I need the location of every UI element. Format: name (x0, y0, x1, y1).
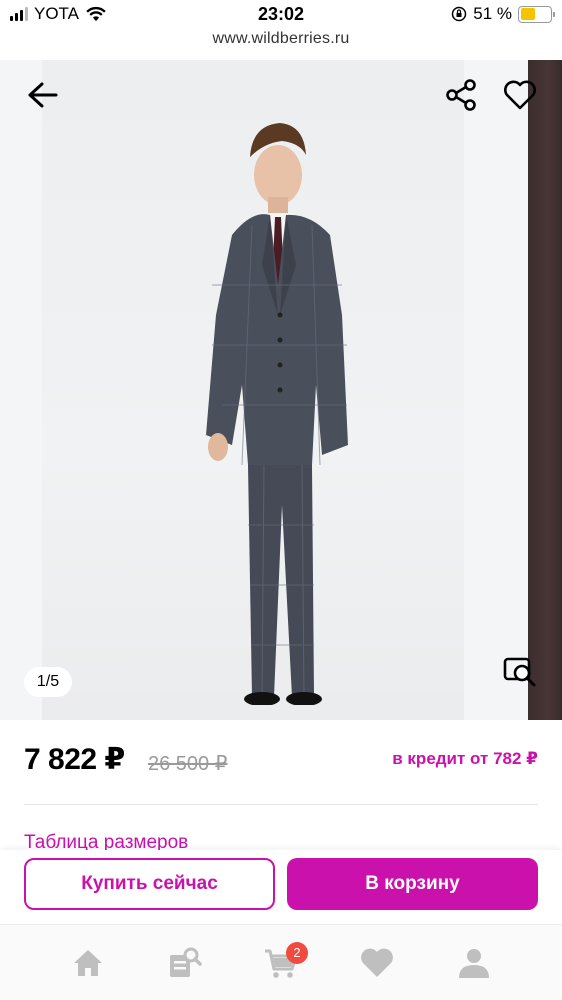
battery-level (520, 8, 536, 20)
profile-icon (458, 948, 489, 978)
catalog-search-icon (169, 947, 202, 977)
bottom-tab-bar: 2 (0, 924, 562, 1000)
divider (24, 804, 538, 805)
share-icon[interactable] (444, 78, 478, 112)
suit-model-image (206, 123, 348, 705)
back-arrow-icon[interactable] (22, 78, 60, 112)
status-bar: YOTA 23:02 51 % (0, 0, 562, 30)
tab-catalog[interactable] (160, 938, 210, 988)
product-photo[interactable] (42, 60, 464, 720)
image-counter: 1/5 (24, 667, 72, 697)
favorites-icon (361, 948, 394, 977)
buy-now-button[interactable]: Купить сейчас (24, 858, 275, 910)
rotation-lock-icon (452, 6, 467, 22)
cart-badge: 2 (285, 941, 308, 964)
status-right: 51 % (451, 4, 555, 24)
size-table-link[interactable]: Таблица размеров (24, 832, 188, 850)
battery-percent: 51 % (473, 4, 512, 23)
tab-home[interactable] (63, 938, 113, 988)
tab-profile[interactable] (449, 938, 499, 988)
current-price: 7 822 ₽ (24, 743, 125, 776)
product-gallery[interactable] (0, 60, 562, 720)
heart-icon[interactable] (502, 78, 538, 112)
battery-icon (518, 5, 555, 23)
action-bar: Купить сейчас В корзину (0, 850, 562, 924)
zoom-search-icon[interactable] (502, 654, 538, 688)
tab-favorites[interactable] (352, 938, 402, 988)
credit-link[interactable]: в кредит от 782 ₽ (392, 749, 538, 769)
url-bar[interactable]: www.wildberries.ru (0, 30, 562, 58)
add-to-cart-button[interactable]: В корзину (287, 858, 538, 910)
old-price: 26 500 ₽ (148, 753, 228, 775)
home-icon (74, 949, 103, 976)
tab-cart[interactable]: 2 (256, 938, 308, 988)
next-product-photo-peek[interactable] (528, 60, 562, 720)
